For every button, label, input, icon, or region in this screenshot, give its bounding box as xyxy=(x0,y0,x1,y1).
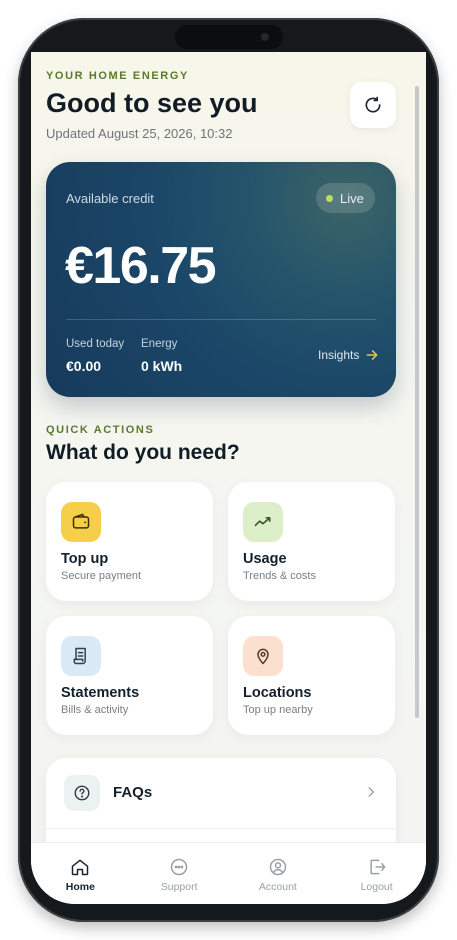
tile-title: Statements xyxy=(61,685,140,701)
tile-subtitle: Trends & costs xyxy=(243,570,316,582)
receipt-icon xyxy=(61,636,101,676)
insights-link[interactable]: Insights xyxy=(318,348,379,362)
credit-card: Available credit Live €16.75 Used today … xyxy=(46,162,396,397)
locations-tile[interactable]: Locations Top up nearby xyxy=(228,616,395,735)
wallet-icon xyxy=(61,502,101,542)
tile-subtitle: Bills & activity xyxy=(61,704,129,716)
updated-timestamp: Updated August 25, 2026, 10:32 xyxy=(46,126,233,141)
app-screen: YOUR HOME ENERGY Good to see you Updated… xyxy=(31,52,426,904)
arrow-right-icon xyxy=(366,350,378,360)
card-divider xyxy=(66,319,376,320)
tab-label: Home xyxy=(65,881,95,893)
live-dot-icon xyxy=(326,194,333,202)
tab-support[interactable]: Support xyxy=(130,843,229,904)
statements-tile[interactable]: Statements Bills & activity xyxy=(46,616,213,735)
used-today-value: €0.00 xyxy=(66,358,102,374)
tab-home[interactable]: Home xyxy=(31,843,130,904)
top-up-tile[interactable]: Top up Secure payment xyxy=(46,482,213,601)
credit-label: Available credit xyxy=(66,191,154,206)
faq-divider xyxy=(46,828,396,829)
logout-icon xyxy=(370,859,385,875)
tab-label: Logout xyxy=(360,881,393,893)
tile-subtitle: Top up nearby xyxy=(243,704,313,716)
trend-icon xyxy=(243,502,283,542)
tile-title: Top up xyxy=(61,551,109,567)
tile-title: Locations xyxy=(243,685,312,701)
quick-actions-title: What do you need? xyxy=(46,441,240,464)
camera-dot xyxy=(261,33,269,41)
used-today-label: Used today xyxy=(66,338,125,350)
tab-logout[interactable]: Logout xyxy=(327,843,426,904)
tile-subtitle: Secure payment xyxy=(61,570,142,582)
scrollbar[interactable] xyxy=(415,86,419,718)
tab-label: Support xyxy=(160,881,198,893)
tab-label: Account xyxy=(258,881,297,893)
refresh-icon xyxy=(365,96,381,113)
user-icon xyxy=(269,858,287,876)
energy-label: Energy xyxy=(141,338,178,350)
dynamic-island xyxy=(175,25,283,49)
credit-amount: €16.75 xyxy=(65,237,217,295)
tile-title: Usage xyxy=(243,551,287,567)
faq-label[interactable]: FAQs xyxy=(113,784,152,801)
bottom-tab-bar: Home Support Account Logout xyxy=(31,842,426,904)
insights-label: Insights xyxy=(318,348,360,362)
home-icon xyxy=(72,859,89,876)
live-status-badge: Live xyxy=(316,183,375,213)
tab-account[interactable]: Account xyxy=(229,843,328,904)
energy-value: 0 kWh xyxy=(141,358,183,374)
quick-actions-eyebrow: QUICK ACTIONS xyxy=(46,424,155,436)
question-icon xyxy=(64,775,100,811)
location-pin-icon xyxy=(243,636,283,676)
refresh-button[interactable] xyxy=(350,82,396,128)
live-status-label: Live xyxy=(340,190,364,206)
section-eyebrow: YOUR HOME ENERGY xyxy=(46,70,189,82)
chat-icon xyxy=(170,858,188,876)
page-title: Good to see you xyxy=(46,88,258,118)
usage-tile[interactable]: Usage Trends & costs xyxy=(228,482,395,601)
chevron-right-icon[interactable] xyxy=(364,785,378,799)
